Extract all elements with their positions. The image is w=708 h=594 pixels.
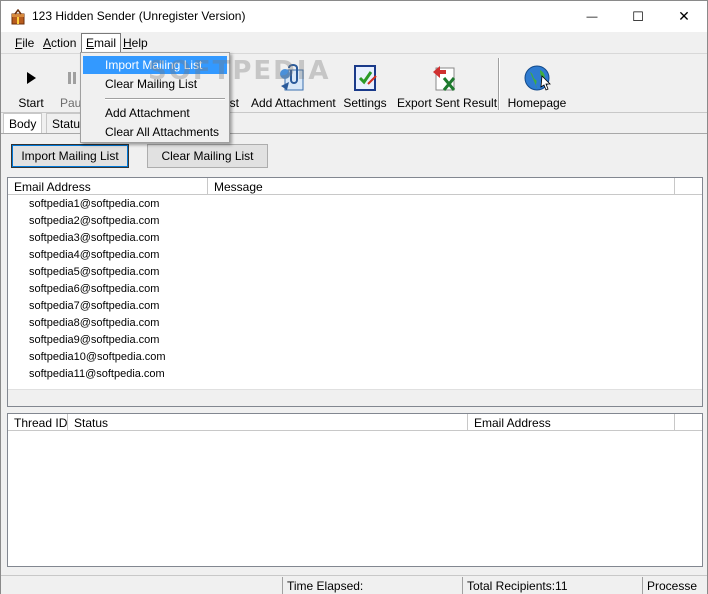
attachment-icon	[280, 64, 304, 91]
tab-body[interactable]: Body	[3, 113, 42, 133]
email-list-row[interactable]: softpedia9@softpedia.com	[29, 334, 159, 351]
add-attachment-button[interactable]: Add Attachment	[251, 58, 336, 110]
menu-import-mailing-list[interactable]: Import Mailing List	[83, 56, 227, 74]
menu-separator	[105, 98, 225, 100]
email-menu-dropdown: Import Mailing List Clear Mailing List A…	[80, 52, 230, 143]
horizontal-scrollbar[interactable]	[8, 389, 702, 406]
email-list-row[interactable]: softpedia1@softpedia.com	[29, 198, 159, 215]
menu-help-label: elp	[131, 36, 148, 50]
column-thread-email-address[interactable]: Email Address	[468, 414, 675, 431]
play-icon	[27, 72, 36, 84]
menu-action[interactable]: Action	[39, 35, 80, 53]
email-list-row[interactable]: softpedia3@softpedia.com	[29, 232, 159, 249]
email-list-row[interactable]: softpedia2@softpedia.com	[29, 215, 159, 232]
settings-icon	[354, 65, 377, 91]
globe-icon	[524, 65, 551, 91]
time-elapsed-text: Time Elapsed:	[282, 577, 462, 594]
export-sent-result-label: Export Sent Result	[397, 96, 498, 110]
menu-file[interactable]: File	[11, 35, 38, 53]
menu-email-accel: E	[86, 36, 95, 50]
minimize-button[interactable]: —	[569, 1, 615, 32]
title-bar[interactable]: 123 Hidden Sender (Unregister Version) —…	[1, 1, 707, 32]
minimize-icon: —	[586, 10, 598, 23]
email-list-row[interactable]: softpedia8@softpedia.com	[29, 317, 159, 334]
maximize-icon: ☐	[632, 8, 644, 24]
menu-clear-all-attachments[interactable]: Clear All Attachments	[83, 123, 227, 141]
add-attachment-label: Add Attachment	[251, 96, 336, 110]
settings-button[interactable]: Settings	[341, 58, 389, 110]
column-email-address[interactable]: Email Address	[8, 178, 208, 195]
pause-button[interactable]: Pau	[53, 58, 83, 110]
homepage-label: Homepage	[507, 96, 567, 110]
clear-mailing-list-button[interactable]: Clear Mailing List	[147, 144, 268, 168]
menu-bar: File Action Email Help	[1, 32, 707, 54]
tab-body-label: Body	[9, 117, 37, 131]
menu-action-accel: A	[43, 36, 52, 50]
menu-email[interactable]: Email	[81, 33, 122, 54]
start-button[interactable]: Start	[9, 58, 53, 110]
import-mailing-list-button[interactable]: Import Mailing List	[11, 144, 129, 168]
email-list-row[interactable]: softpedia10@softpedia.com	[29, 351, 166, 368]
email-list-row[interactable]: softpedia6@softpedia.com	[29, 283, 159, 300]
menu-help-accel: H	[123, 36, 132, 50]
email-list-header: Email Address Message	[8, 178, 702, 195]
toolbar-separator	[498, 58, 500, 110]
menu-email-label: mail	[94, 36, 117, 50]
menu-file-label: ile	[22, 36, 35, 50]
column-message[interactable]: Message	[208, 178, 675, 195]
column-status[interactable]: Status	[68, 414, 468, 431]
total-recipients-text: Total Recipients:11	[462, 577, 642, 594]
process-text: Processe	[642, 577, 707, 594]
homepage-button[interactable]: Homepage	[507, 58, 567, 110]
close-icon: ✕	[678, 8, 690, 24]
email-list-row[interactable]: softpedia4@softpedia.com	[29, 249, 159, 266]
excel-export-icon	[433, 66, 456, 91]
menu-add-attachment[interactable]: Add Attachment	[83, 104, 227, 122]
settings-label: Settings	[343, 96, 387, 110]
column-thread-id[interactable]: Thread ID	[8, 414, 68, 431]
email-list-row[interactable]: softpedia5@softpedia.com	[29, 266, 159, 283]
window-title: 123 Hidden Sender (Unregister Version)	[32, 9, 246, 23]
email-list-row[interactable]: softpedia11@softpedia.com	[29, 368, 165, 385]
export-sent-result-button[interactable]: Export Sent Result	[397, 58, 498, 110]
menu-help[interactable]: Help	[119, 35, 152, 53]
menu-clear-mailing-list[interactable]: Clear Mailing List	[83, 75, 227, 93]
thread-list-header: Thread ID Status Email Address	[8, 414, 702, 431]
email-list-row[interactable]: softpedia7@softpedia.com	[29, 300, 159, 317]
maximize-button[interactable]: ☐	[615, 1, 661, 32]
close-button[interactable]: ✕	[661, 1, 707, 32]
menu-action-label: ction	[51, 36, 77, 50]
status-bar: Time Elapsed: Total Recipients:11 Proces…	[1, 575, 707, 594]
app-icon	[11, 9, 25, 25]
start-label: Start	[18, 96, 44, 110]
thread-list-view[interactable]: Thread ID Status Email Address	[7, 413, 703, 567]
email-list-view[interactable]: Email Address Message softpedia1@softped…	[7, 177, 703, 407]
